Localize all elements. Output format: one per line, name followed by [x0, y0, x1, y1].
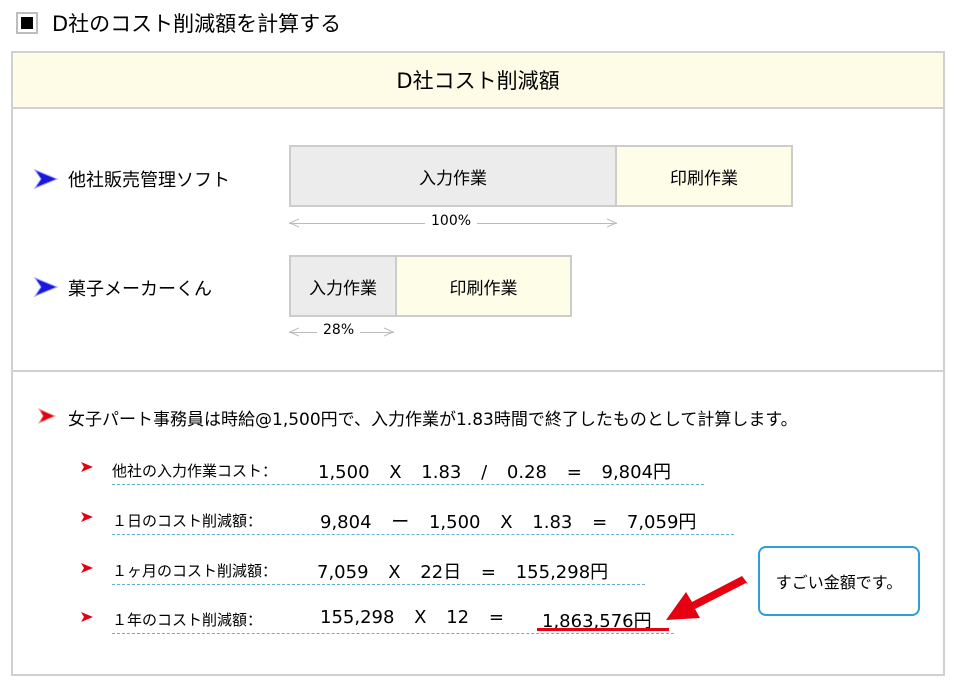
calc-row-daily-reduction: １日のコスト削減額： 9,804 ー 1,500 X 1.83 = 7,059円: [112, 508, 734, 535]
panel-heading: D社コスト削減額: [13, 53, 943, 109]
red-pointer-arrow-icon: [666, 576, 748, 620]
calculation-intro: 女子パート事務員は時給@1,500円で、入力作業が1.83時間で終了したものとし…: [68, 410, 798, 430]
result-highlight-underline: [537, 628, 669, 631]
comparison-label-other-software: 他社販売管理ソフト: [68, 170, 230, 191]
percent-kashi-maker: 28%: [317, 322, 361, 338]
bar-print-kashi-maker: 印刷作業: [395, 255, 572, 317]
blue-arrow-icon: [33, 276, 59, 298]
red-arrow-icon: [81, 563, 93, 573]
blue-arrow-icon: [33, 168, 59, 190]
page-title: D社のコスト削減額を計算する: [16, 8, 341, 38]
comparison-label-kashi-maker: 菓子メーカーくん: [68, 279, 212, 300]
measure-other-software: 100%: [289, 213, 617, 230]
calc-row-monthly-reduction: １ヶ月のコスト削減額： 7,059 X 22日 = 155,298円: [112, 558, 645, 585]
red-arrow-icon: [81, 512, 93, 522]
bar-input-kashi-maker: 入力作業: [289, 255, 397, 317]
callout-bubble: すごい金額です。: [758, 546, 920, 616]
red-arrow-icon: [38, 408, 56, 424]
bar-input-other-software: 入力作業: [289, 145, 617, 207]
red-arrow-icon: [81, 462, 93, 472]
section-divider: [13, 370, 943, 372]
red-arrow-icon: [81, 612, 93, 622]
percent-other-software: 100%: [425, 213, 478, 229]
calc-row-other-input-cost: 他社の入力作業コスト： 1,500 X 1.83 / 0.28 = 9,804円: [112, 458, 704, 485]
title-square-icon: [16, 12, 38, 34]
bar-print-other-software: 印刷作業: [615, 145, 793, 207]
measure-kashi-maker: 28%: [289, 322, 394, 339]
page-title-text: D社のコスト削減額を計算する: [52, 12, 342, 36]
